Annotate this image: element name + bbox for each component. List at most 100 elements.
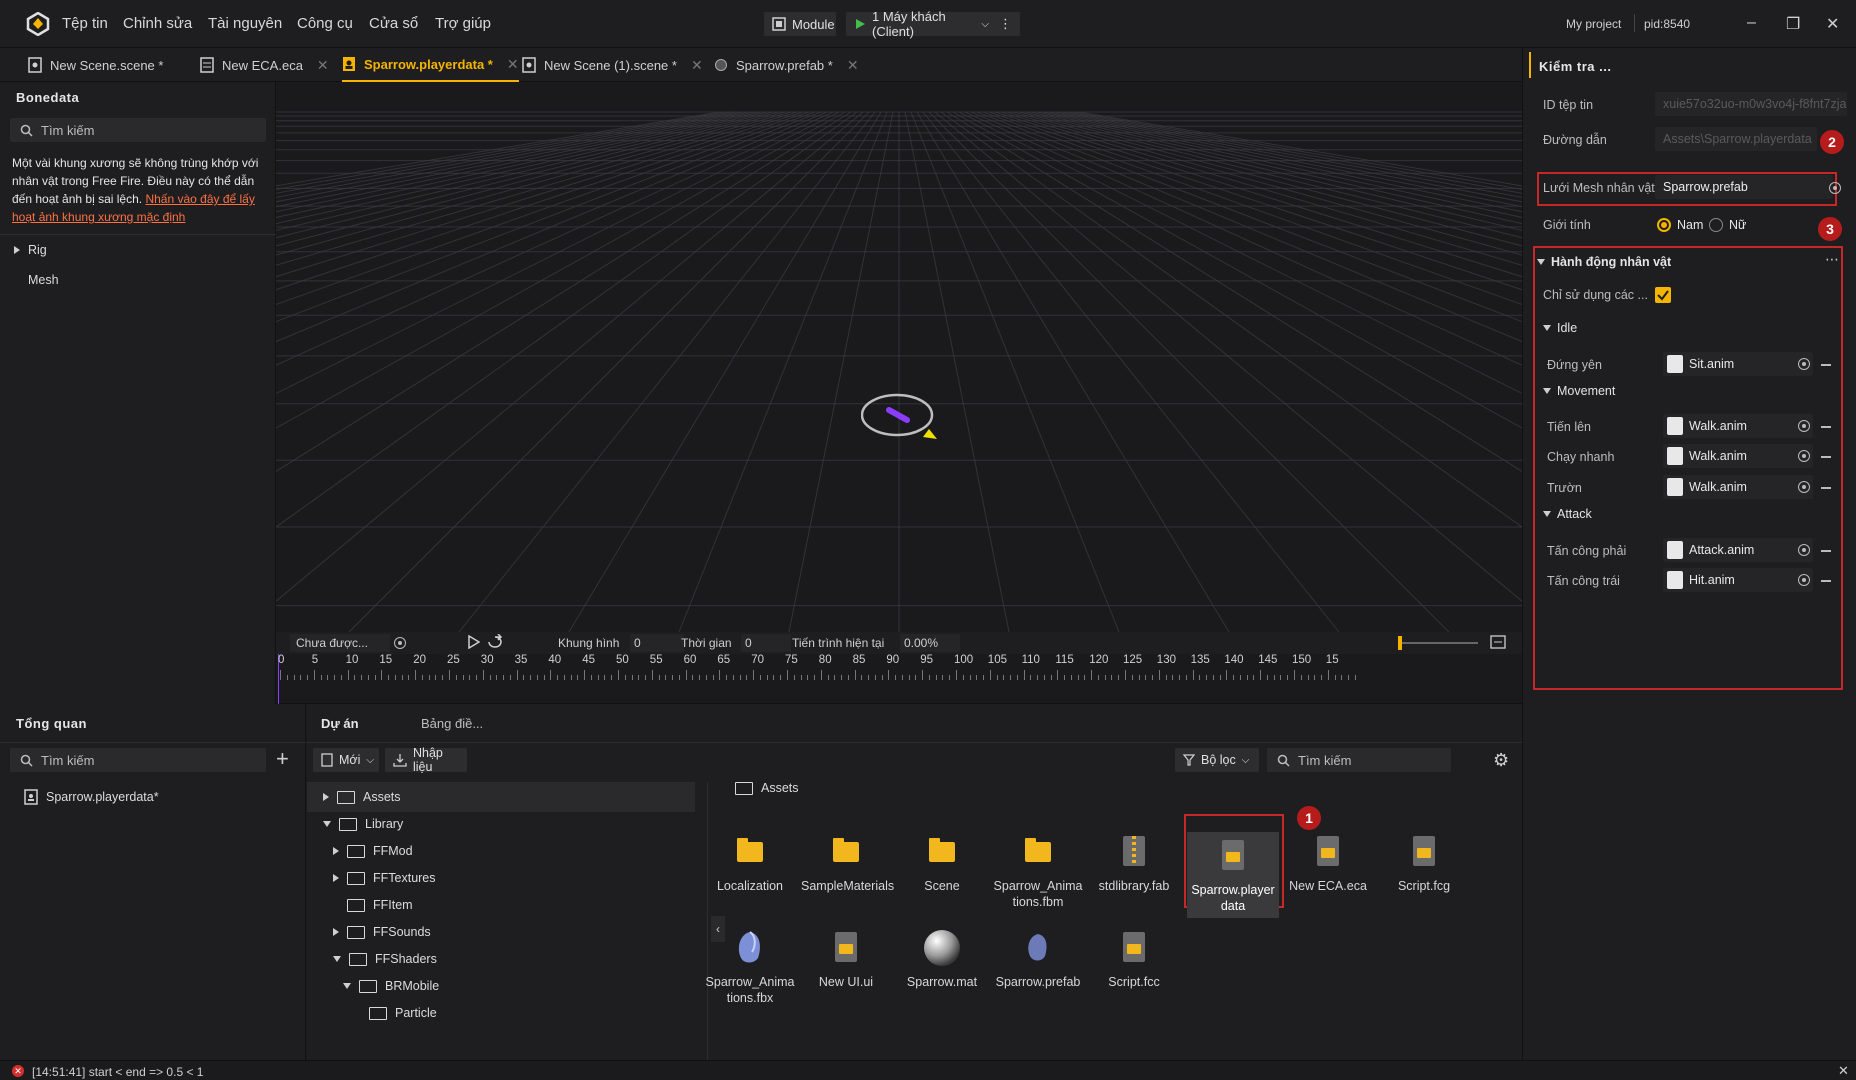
pick-asset-icon[interactable] [1798,574,1810,586]
tree-row-assets[interactable]: Assets [323,782,401,812]
target-icon[interactable] [394,637,406,649]
expand-arrow-icon[interactable] [323,793,329,801]
collapse-arrow-icon[interactable] [1537,259,1545,265]
tab-new-scene-1[interactable]: New Scene (1).scene * ✕ [522,48,703,82]
action-anim-field[interactable]: Walk.anim [1663,444,1813,468]
expand-arrow-icon[interactable] [333,928,339,936]
pick-asset-icon[interactable] [1798,544,1810,556]
asset-stdlibrary[interactable]: stdlibrary.fab [1089,832,1179,894]
remove-icon[interactable] [1821,426,1831,428]
tab-sparrow-playerdata[interactable]: Sparrow.playerdata * ✕ [342,48,519,82]
tree-row-library[interactable]: Library [323,809,403,839]
path-field[interactable]: Assets\Sparrow.playerdata [1655,127,1817,151]
remove-icon[interactable] [1821,550,1831,552]
asset-new-ui[interactable]: New UI.ui [801,928,891,990]
module-button[interactable]: Module [764,12,836,36]
import-button[interactable]: Nhập liệu [385,746,467,774]
tree-row-ffmod[interactable]: FFMod [333,836,413,866]
frame-input[interactable]: 0 [630,634,684,652]
time-input[interactable]: 0 [741,634,791,652]
remove-icon[interactable] [1821,487,1831,489]
asset-script-fcg[interactable]: Script.fcg [1379,832,1469,894]
action-anim-field[interactable]: Walk.anim [1663,414,1813,438]
asset-localization[interactable]: Localization [705,832,795,894]
add-icon[interactable]: + [276,746,289,772]
remove-icon[interactable] [1821,580,1831,582]
minimize-icon[interactable]: – [1747,14,1756,32]
clip-select[interactable]: Chưa được... [290,634,390,652]
tab-close-icon[interactable]: ✕ [847,57,859,74]
action-anim-field[interactable]: Sit.anim [1663,352,1813,376]
remove-icon[interactable] [1821,456,1831,458]
tab-close-icon[interactable]: ✕ [317,57,329,74]
group-attack-header[interactable]: Attack [1543,507,1592,521]
collapse-arrow-icon[interactable] [1543,325,1551,331]
collapse-arrow-icon[interactable] [1543,388,1551,394]
new-button[interactable]: Mới ⌵ [313,748,379,772]
status-message[interactable]: [14:51:41] start < end => 0.5 < 1 [32,1065,203,1079]
tab-project[interactable]: Dự án [321,716,359,731]
asset-samplematerials[interactable]: SampleMaterials [801,832,894,894]
settings-gear-icon[interactable]: ⚙ [1493,750,1509,771]
pick-asset-icon[interactable] [1829,182,1841,194]
pick-asset-icon[interactable] [1798,420,1810,432]
asset-sparrow-mat[interactable]: Sparrow.mat [897,928,987,990]
restore-icon[interactable]: ❐ [1786,14,1800,34]
character-gizmo[interactable] [861,393,941,445]
bone-tree-rig[interactable]: Rig [14,235,47,265]
menu-window[interactable]: Cửa sổ [369,15,418,32]
tab-new-scene[interactable]: New Scene.scene * [28,48,163,82]
gender-male-radio[interactable] [1657,218,1671,232]
asset-sparrow-playerdata[interactable]: Sparrow.playerdata [1187,832,1279,918]
run-client-button[interactable]: 1 Máy khách (Client) ⌵ ⋮ [846,9,1020,39]
bone-tree-mesh[interactable]: Mesh [28,265,59,295]
bonedata-search-input[interactable]: Tìm kiếm [10,118,266,142]
overview-item[interactable]: Sparrow.playerdata* [24,782,159,812]
expand-arrow-icon[interactable] [333,847,339,855]
tab-board[interactable]: Bảng điề... [421,716,483,731]
collapse-arrow-icon[interactable] [343,983,351,989]
group-idle-header[interactable]: Idle [1543,321,1577,335]
remove-icon[interactable] [1821,364,1831,366]
menu-resources[interactable]: Tài nguyên [208,15,282,32]
tab-sparrow-prefab[interactable]: Sparrow.prefab * ✕ [714,48,859,82]
pick-asset-icon[interactable] [1798,358,1810,370]
pick-asset-icon[interactable] [1798,450,1810,462]
loop-icon[interactable] [486,634,504,650]
tab-new-eca[interactable]: New ECA.eca ✕ [200,48,329,82]
asset-scene[interactable]: Scene [897,832,987,894]
group-movement-header[interactable]: Movement [1543,384,1615,398]
pick-asset-icon[interactable] [1798,481,1810,493]
error-icon[interactable]: ✕ [12,1065,24,1077]
tab-close-icon[interactable]: ✕ [507,56,519,73]
gender-female-radio[interactable] [1709,218,1723,232]
menu-edit[interactable]: Chỉnh sửa [123,15,192,32]
tree-row-ffshaders[interactable]: FFShaders [333,944,437,974]
mesh-field[interactable]: Sparrow.prefab [1655,175,1833,199]
timeline-ruler[interactable]: 0 5 10 15 20 25 30 35 40 45 50 55 60 65 70 75 80 85 90 95 10… [276,654,1522,704]
project-search-input[interactable]: Tìm kiếm [1267,748,1451,772]
zoom-slider-handle[interactable] [1398,636,1402,650]
asset-sparrow-prefab[interactable]: Sparrow.prefab [993,928,1083,990]
asset-breadcrumb[interactable]: Assets [735,773,799,803]
tree-row-fftextures[interactable]: FFTextures [333,863,436,893]
file-id-field[interactable]: xuie57o32uo-m0w3vo4j-f8fnt7zja [1655,92,1847,116]
tree-row-ffsounds[interactable]: FFSounds [333,917,431,947]
filter-button[interactable]: Bộ lọc ⌵ [1175,748,1259,772]
collapse-arrow-icon[interactable] [1543,511,1551,517]
action-anim-field[interactable]: Attack.anim [1663,538,1813,562]
expand-arrow-icon[interactable] [333,874,339,882]
menu-tools[interactable]: Công cụ [297,15,353,32]
collapse-arrow-icon[interactable] [333,956,341,962]
overview-search-input[interactable]: Tìm kiếm [10,748,266,772]
menu-file[interactable]: Tệp tin [62,15,108,32]
only-use-checkbox[interactable] [1655,287,1671,303]
more-vertical-icon[interactable]: ⋮ [999,16,1012,32]
tab-close-icon[interactable]: ✕ [691,57,703,74]
zoom-slider[interactable] [1398,636,1478,650]
asset-sparrow-animations-fbm[interactable]: Sparrow_Animations.fbm [993,832,1083,910]
close-icon[interactable]: ✕ [1838,1063,1849,1079]
tree-row-particle[interactable]: Particle [369,998,437,1028]
close-icon[interactable]: ✕ [1826,14,1839,34]
scene-viewport[interactable] [276,82,1522,632]
